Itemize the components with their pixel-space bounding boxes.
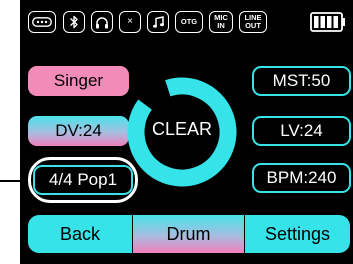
- mute-icon: ×: [119, 11, 141, 33]
- mic-in-icon: MIC IN: [209, 11, 233, 33]
- dv-label: DV:24: [55, 121, 102, 140]
- lv-button[interactable]: LV:24: [252, 116, 351, 146]
- device-screen: × OTG MIC IN LINE OUT Singer DV:24 4/4 P…: [20, 0, 353, 264]
- singer-label: Singer: [53, 71, 104, 90]
- bluetooth-icon: [63, 11, 85, 33]
- singer-button[interactable]: Singer: [28, 66, 129, 96]
- clear-label: CLEAR: [151, 119, 213, 139]
- otg-icon: OTG: [175, 11, 203, 33]
- bpm-button[interactable]: BPM:240: [252, 163, 351, 193]
- mute-symbol: ×: [127, 16, 133, 27]
- out-label: OUT: [245, 21, 261, 30]
- drum-button[interactable]: Drum: [133, 215, 244, 253]
- mst-button[interactable]: MST:50: [252, 66, 351, 96]
- otg-label: OTG: [180, 17, 198, 26]
- lv-label: LV:24: [280, 121, 323, 140]
- settings-button[interactable]: Settings: [245, 215, 350, 253]
- bpm-label: BPM:240: [266, 168, 337, 187]
- drum-label: Drum: [166, 223, 211, 244]
- line-out-icon: LINE OUT: [239, 11, 267, 33]
- settings-label: Settings: [264, 223, 331, 244]
- in-label: IN: [217, 21, 225, 30]
- music-note-icon: [147, 11, 169, 33]
- bottom-navigation-bar: Back Drum Settings: [28, 215, 350, 253]
- keyboard-icon: [28, 11, 56, 33]
- selection-highlight-ring: [28, 157, 138, 203]
- mst-label: MST:50: [272, 71, 331, 90]
- headphones-icon: [91, 11, 113, 33]
- back-label: Back: [59, 223, 101, 244]
- battery-icon: [310, 12, 346, 32]
- back-button[interactable]: Back: [28, 215, 132, 253]
- dv-button[interactable]: DV:24: [28, 116, 129, 146]
